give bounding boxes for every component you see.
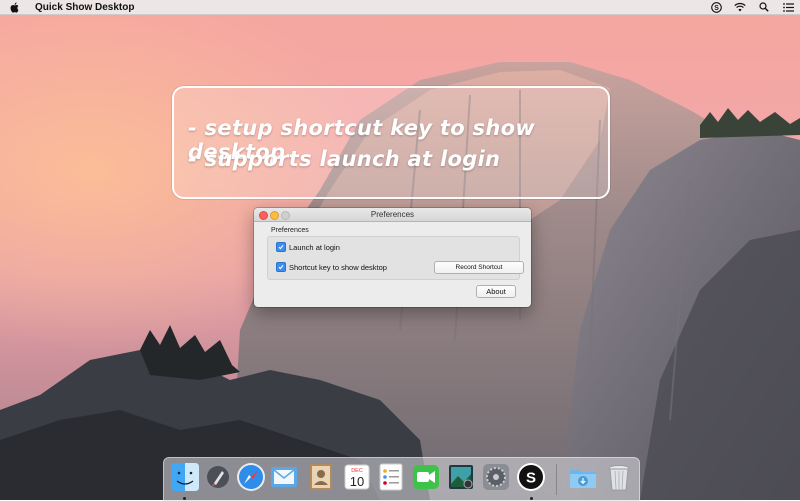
preferences-window: Preferences Preferences Launch at login … (254, 208, 531, 307)
group-label: Preferences (271, 227, 309, 234)
quick-show-desktop-icon[interactable]: S (710, 1, 722, 13)
search-icon[interactable] (758, 1, 770, 13)
calendar-icon[interactable]: DEC 10 (342, 462, 372, 492)
launch-at-login-label[interactable]: Launch at login (289, 243, 340, 252)
finder-icon[interactable] (170, 462, 200, 492)
feature-line-login: - supports launch at login (188, 147, 501, 171)
dock-separator (556, 464, 557, 495)
contacts-icon[interactable] (306, 462, 336, 492)
menu-extras: S (710, 0, 794, 14)
calendar-day: 10 (350, 474, 364, 489)
close-button[interactable] (259, 211, 268, 220)
notification-list-icon[interactable] (782, 1, 794, 13)
preferences-group: Launch at login Shortcut key to show des… (267, 236, 524, 280)
launch-at-login-checkbox[interactable] (276, 242, 286, 252)
mail-icon[interactable] (269, 462, 299, 492)
dock: DEC 10 S (163, 457, 640, 501)
downloads-folder-icon[interactable] (568, 462, 598, 492)
apple-icon[interactable] (10, 1, 20, 13)
quick-show-desktop-icon[interactable]: S (516, 462, 546, 492)
feature-callout: - setup shortcut key to show desktop - s… (172, 86, 610, 199)
launch-at-login-row: Launch at login (276, 242, 340, 252)
window-titlebar[interactable]: Preferences (254, 208, 531, 222)
shortcut-key-label[interactable]: Shortcut key to show desktop (289, 263, 387, 272)
wifi-icon[interactable] (734, 1, 746, 13)
trash-icon[interactable] (604, 462, 634, 492)
zoom-button[interactable] (281, 211, 290, 220)
svg-text:S: S (526, 470, 536, 487)
minimize-button[interactable] (270, 211, 279, 220)
svg-text:S: S (714, 4, 719, 11)
reminders-icon[interactable] (376, 462, 406, 492)
menu-bar: Quick Show Desktop S (0, 0, 800, 15)
shortcut-key-checkbox[interactable] (276, 262, 286, 272)
launchpad-icon[interactable] (203, 462, 233, 492)
about-button[interactable]: About (476, 285, 516, 298)
photo-booth-icon[interactable] (446, 462, 476, 492)
system-preferences-icon[interactable] (481, 462, 511, 492)
shortcut-key-row: Shortcut key to show desktop (276, 262, 387, 272)
safari-icon[interactable] (236, 462, 266, 492)
facetime-icon[interactable] (411, 462, 441, 492)
window-title: Preferences (370, 210, 415, 219)
app-name-menu[interactable]: Quick Show Desktop (35, 2, 134, 13)
record-shortcut-button[interactable]: Record Shortcut (434, 261, 524, 274)
